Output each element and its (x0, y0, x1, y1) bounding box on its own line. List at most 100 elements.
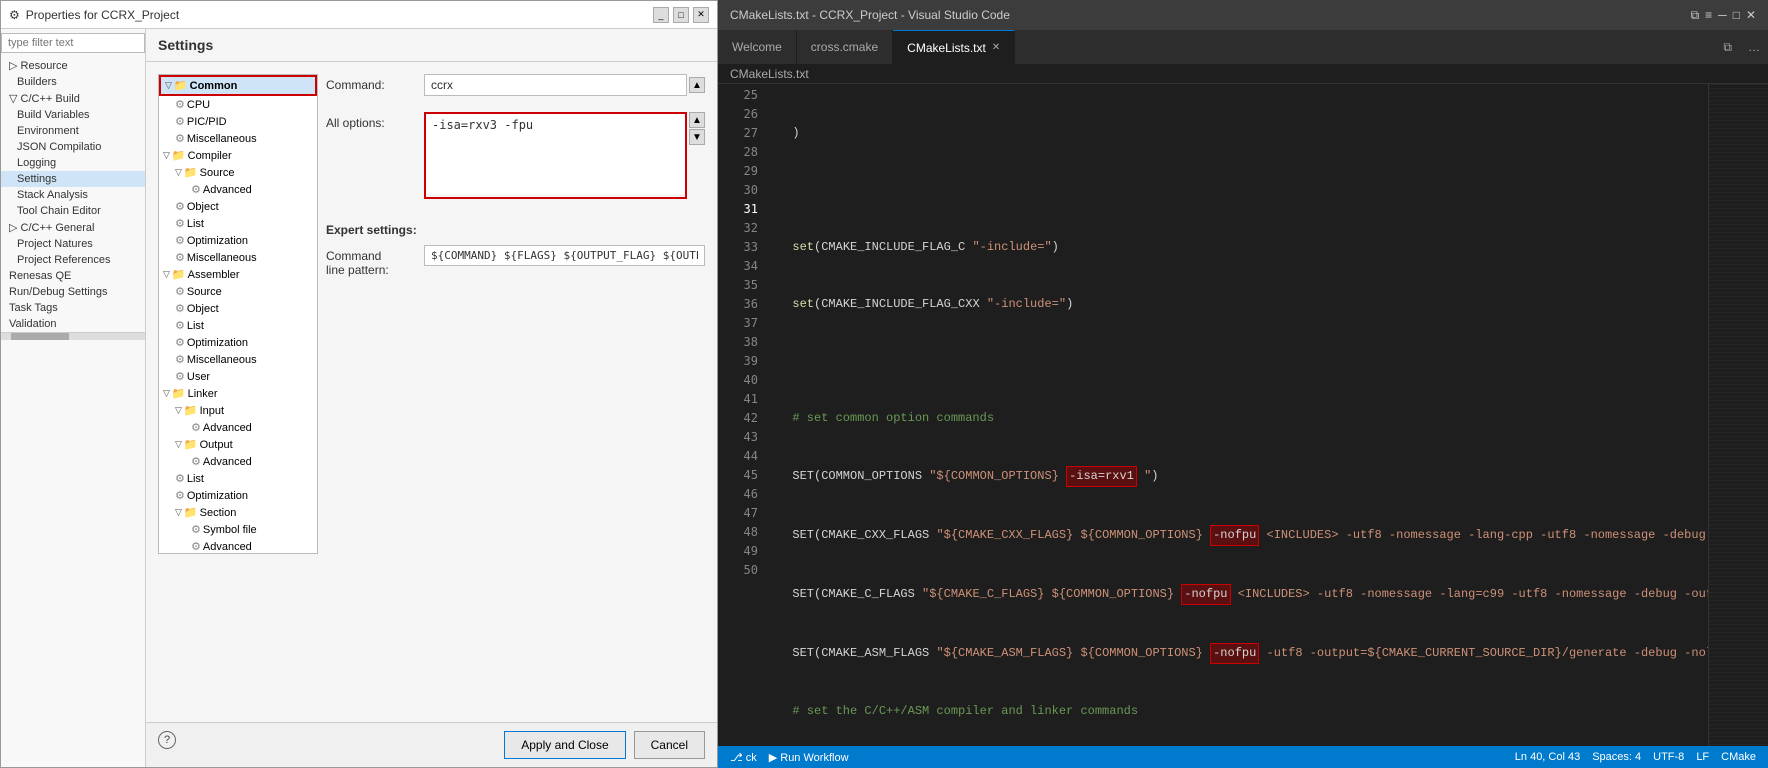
options-scroll-down[interactable]: ▼ (689, 129, 705, 145)
tree-section[interactable]: ▽ 📁 Section (159, 504, 317, 521)
run-workflow[interactable]: ▶ Run Workflow (769, 751, 849, 764)
sidebar-item-resource[interactable]: ▷ Resource (1, 57, 145, 74)
dialog-body: ▷ Resource Builders ▽ C/C++ Build Build … (1, 29, 717, 767)
tree-compiler[interactable]: ▽ 📁 Compiler (159, 147, 317, 164)
eol-indicator[interactable]: LF (1696, 751, 1709, 763)
sidebar-item-task-tags[interactable]: Task Tags (1, 300, 145, 316)
minimize-button[interactable]: _ (653, 7, 669, 23)
code-editor[interactable]: ) set (CMAKE_INCLUDE_FLAG_C "-include=" … (766, 84, 1708, 746)
encoding-indicator[interactable]: UTF-8 (1653, 751, 1684, 763)
vscode-restore-icon[interactable]: □ (1733, 8, 1740, 23)
tree-user-2[interactable]: ⚙ User (159, 368, 317, 385)
vscode-split-icon[interactable]: ⧉ (1691, 8, 1700, 23)
cursor-position[interactable]: Ln 40, Col 43 (1515, 751, 1580, 763)
sidebar-item-validation[interactable]: Validation (1, 316, 145, 332)
tree-output[interactable]: ▽ 📁 Output (159, 436, 317, 453)
tab-cross-cmake[interactable]: cross.cmake (797, 30, 893, 64)
tree-object-1[interactable]: ⚙ Object (159, 198, 317, 215)
editor-area: 25 26 27 28 29 30 31 32 33 34 35 36 37 3… (718, 84, 1768, 746)
statusbar-right: Ln 40, Col 43 Spaces: 4 UTF-8 LF CMake (1515, 751, 1756, 763)
sidebar-item-builders[interactable]: Builders (1, 74, 145, 90)
tree-picpid[interactable]: ⚙ PIC/PID (159, 113, 317, 130)
more-actions-button[interactable]: … (1740, 40, 1768, 54)
line-numbers: 25 26 27 28 29 30 31 32 33 34 35 36 37 3… (718, 84, 766, 746)
tree-misc-1[interactable]: ⚙ Miscellaneous (159, 249, 317, 266)
sidebar-item-cpp-build[interactable]: ▽ C/C++ Build (1, 90, 145, 107)
tree-advanced-3[interactable]: ⚙ Advanced (159, 419, 317, 436)
command-input[interactable] (424, 74, 687, 96)
command-line-pattern-row: Command line pattern: (326, 245, 705, 277)
line-num: 48 (726, 523, 758, 542)
line-num: 32 (726, 219, 758, 238)
line-num: 50 (726, 561, 758, 580)
tab-close-cmakelists[interactable]: ✕ (992, 42, 1000, 53)
gear-icon: ⚙ (9, 8, 20, 22)
vscode-close-icon[interactable]: ✕ (1746, 8, 1756, 23)
gear-icon: ⚙ (175, 472, 185, 485)
tree-symbol-file[interactable]: ⚙ Symbol file (159, 521, 317, 538)
tree-list-3[interactable]: ⚙ List (159, 470, 317, 487)
chevron-down-icon: ▽ (165, 80, 172, 91)
tree-misc-0[interactable]: ⚙ Miscellaneous (159, 130, 317, 147)
tree-optim-2[interactable]: ⚙ Optimization (159, 334, 317, 351)
sidebar-item-build-variables[interactable]: Build Variables (1, 107, 145, 123)
tree-input[interactable]: ▽ 📁 Input (159, 402, 317, 419)
sidebar-item-environment[interactable]: Environment (1, 123, 145, 139)
line-num: 33 (726, 238, 758, 257)
sidebar-item-project-references[interactable]: Project References (1, 252, 145, 268)
gear-icon: ⚙ (175, 302, 185, 315)
all-options-input[interactable]: -isa=rxv3 -fpu (426, 114, 685, 194)
tree-list-2[interactable]: ⚙ List (159, 317, 317, 334)
chevron-down-icon: ▽ (175, 507, 182, 518)
git-branch[interactable]: ⎇ ck (730, 751, 757, 764)
tree-optim-1[interactable]: ⚙ Optimization (159, 232, 317, 249)
tree-advanced-1[interactable]: ⚙ Advanced (159, 181, 317, 198)
tree-misc-2[interactable]: ⚙ Miscellaneous (159, 351, 317, 368)
line-num: 29 (726, 162, 758, 181)
tree-advanced-4[interactable]: ⚙ Advanced (159, 453, 317, 470)
help-button[interactable]: ? (158, 731, 176, 749)
split-editor-button[interactable]: ⧉ (1715, 40, 1740, 55)
tree-source[interactable]: ▽ 📁 Source (159, 164, 317, 181)
nav-scrollbar[interactable] (1, 332, 145, 340)
line-num: 28 (726, 143, 758, 162)
chevron-down-icon: ▽ (175, 405, 182, 416)
tab-welcome[interactable]: Welcome (718, 30, 797, 64)
sidebar-item-settings[interactable]: Settings (1, 171, 145, 187)
sidebar-item-stack-analysis[interactable]: Stack Analysis (1, 187, 145, 203)
minimap (1708, 84, 1768, 746)
filter-input[interactable] (1, 33, 145, 53)
sidebar-item-json-compilatio[interactable]: JSON Compilatio (1, 139, 145, 155)
restore-button[interactable]: □ (673, 7, 689, 23)
minimap-content (1709, 84, 1768, 746)
tree-source-2[interactable]: ⚙ Source (159, 283, 317, 300)
vscode-menu-icon[interactable]: ≡ (1705, 8, 1712, 23)
spaces-indicator[interactable]: Spaces: 4 (1592, 751, 1641, 763)
sidebar-item-logging[interactable]: Logging (1, 155, 145, 171)
language-indicator[interactable]: CMake (1721, 751, 1756, 763)
gear-icon: ⚙ (175, 217, 185, 230)
cancel-button[interactable]: Cancel (634, 731, 705, 759)
tree-advanced-5[interactable]: ⚙ Advanced (159, 538, 317, 554)
tab-cmakelists[interactable]: CMakeLists.txt ✕ (893, 30, 1015, 64)
command-scroll-up[interactable]: ▲ (689, 77, 705, 93)
sidebar-item-cpp-general[interactable]: ▷ C/C++ General (1, 219, 145, 236)
command-row: Command: ▲ (326, 74, 705, 96)
tree-list-1[interactable]: ⚙ List (159, 215, 317, 232)
vscode-minimize-icon[interactable]: ─ (1718, 8, 1727, 23)
tree-linker[interactable]: ▽ 📁 Linker (159, 385, 317, 402)
sidebar-item-tool-chain-editor[interactable]: Tool Chain Editor (1, 203, 145, 219)
tree-common[interactable]: ▽ 📁 Common (159, 75, 317, 96)
tree-object-2[interactable]: ⚙ Object (159, 300, 317, 317)
command-line-pattern-input[interactable] (424, 245, 705, 266)
tree-optim-3[interactable]: ⚙ Optimization (159, 487, 317, 504)
options-scroll-up[interactable]: ▲ (689, 112, 705, 128)
tree-cpu[interactable]: ⚙ CPU (159, 96, 317, 113)
apply-close-button[interactable]: Apply and Close (504, 731, 625, 759)
close-button[interactable]: ✕ (693, 7, 709, 23)
vscode-title: CMakeLists.txt - CCRX_Project - Visual S… (730, 8, 1010, 22)
sidebar-item-run-debug[interactable]: Run/Debug Settings (1, 284, 145, 300)
sidebar-item-renesas-qe[interactable]: Renesas QE (1, 268, 145, 284)
tree-assembler[interactable]: ▽ 📁 Assembler (159, 266, 317, 283)
sidebar-item-project-natures[interactable]: Project Natures (1, 236, 145, 252)
